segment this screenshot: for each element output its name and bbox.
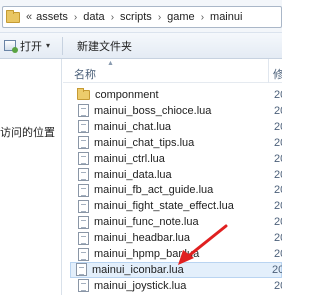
address-bar-area: « assets › data › scripts › game › mainu… — [0, 0, 282, 32]
navigation-pane: 访问的位置 — [0, 59, 62, 295]
file-icon — [78, 215, 89, 229]
breadcrumb-assets[interactable]: assets — [36, 11, 68, 23]
sort-ascending-icon: ▲ — [107, 60, 114, 67]
file-icon — [78, 279, 89, 293]
file-name: mainui_fb_act_guide.lua — [94, 184, 214, 197]
column-header-name[interactable]: 名称 — [74, 66, 96, 82]
file-modified-date: 20 — [274, 89, 282, 101]
breadcrumb-game[interactable]: game — [167, 11, 195, 23]
nav-item-recent-places[interactable]: 访问的位置 — [0, 124, 55, 140]
file-name: mainui_chat_tips.lua — [94, 136, 195, 149]
open-label: 打开 — [20, 40, 42, 53]
file-row[interactable]: mainui_func_note.lua 20 — [73, 214, 282, 230]
new-folder-button[interactable]: 新建文件夹 — [73, 35, 136, 57]
file-list: ▲ 名称 修 componment20mainui_boss_chioce.lu… — [63, 59, 282, 295]
file-row[interactable]: mainui_data.lua 20 — [73, 167, 282, 183]
file-name: mainui_chat.lua — [94, 120, 172, 133]
file-modified-date: 20 — [274, 168, 282, 181]
file-modified-date: 20 — [272, 263, 282, 276]
file-icon — [78, 247, 89, 261]
file-icon — [78, 120, 89, 134]
file-icon — [78, 199, 89, 213]
file-name: mainui_hpmp_bar.lua — [94, 248, 200, 260]
file-modified-date: 20 — [274, 152, 282, 165]
file-modified-date: 20 — [274, 232, 282, 245]
file-name: mainui_data.lua — [94, 168, 172, 181]
file-modified-date: 20 — [274, 104, 282, 117]
file-row[interactable]: mainui_fb_act_guide.lua 20 — [73, 182, 282, 198]
file-name: mainui_fight_state_effect.lua — [94, 200, 234, 213]
file-row[interactable]: mainui_fight_state_effect.lua 20 — [73, 198, 282, 214]
breadcrumb-data[interactable]: data — [83, 11, 104, 23]
breadcrumb-separator-icon[interactable]: › — [111, 12, 114, 23]
file-row[interactable]: componment 20 — [73, 87, 282, 103]
breadcrumb-separator-icon[interactable]: › — [158, 12, 161, 23]
command-toolbar: 打开 ▾ 新建文件夹 — [0, 32, 282, 59]
file-modified-date: 20 — [274, 248, 282, 260]
open-button[interactable]: 打开 ▾ — [0, 35, 54, 57]
breadcrumb-separator-icon[interactable]: › — [201, 12, 204, 23]
file-icon — [78, 136, 89, 150]
file-row[interactable]: mainui_headbar.lua 20 — [73, 230, 282, 246]
column-divider[interactable] — [268, 59, 269, 83]
address-bar[interactable]: « assets › data › scripts › game › mainu… — [2, 6, 282, 28]
column-header-modified[interactable]: 修 — [273, 66, 282, 82]
file-row[interactable]: mainui_joystick.lua 20 — [73, 278, 282, 294]
file-modified-date: 20 — [274, 279, 282, 292]
file-name: mainui_func_note.lua — [94, 216, 199, 229]
breadcrumb-separator-icon[interactable]: › — [74, 12, 77, 23]
column-header: ▲ 名称 修 — [63, 59, 282, 83]
file-modified-date: 20 — [274, 136, 282, 149]
file-row[interactable]: mainui_boss_chioce.lua 20 — [73, 103, 282, 119]
file-modified-date: 20 — [274, 200, 282, 213]
file-modified-date: 20 — [274, 120, 282, 133]
file-icon — [78, 168, 89, 181]
folder-icon — [77, 88, 90, 100]
file-row[interactable]: mainui_ctrl.lua 20 — [73, 151, 282, 167]
file-modified-date: 20 — [274, 184, 282, 197]
breadcrumb-mainui[interactable]: mainui — [210, 11, 242, 23]
open-icon — [4, 40, 18, 53]
file-icon — [78, 183, 89, 197]
file-icon — [76, 263, 87, 277]
chevron-down-icon: ▾ — [46, 41, 51, 50]
breadcrumb-scripts[interactable]: scripts — [120, 11, 152, 23]
file-row[interactable]: mainui_iconbar.lua 20 — [70, 261, 282, 278]
file-name: componment — [95, 89, 159, 101]
file-icon — [78, 152, 89, 166]
breadcrumb-overflow-chevron[interactable]: « — [26, 11, 32, 23]
file-name: mainui_boss_chioce.lua — [94, 104, 212, 117]
file-name: mainui_ctrl.lua — [94, 152, 165, 165]
file-modified-date: 20 — [274, 216, 282, 229]
file-row[interactable]: mainui_chat.lua 20 — [73, 119, 282, 135]
file-name: mainui_joystick.lua — [94, 279, 187, 292]
file-name: mainui_iconbar.lua — [92, 263, 184, 276]
new-folder-label: 新建文件夹 — [77, 40, 133, 53]
file-name: mainui_headbar.lua — [94, 232, 191, 245]
folder-icon — [6, 9, 20, 23]
file-icon — [78, 231, 89, 245]
file-icon — [78, 104, 89, 118]
file-row[interactable]: mainui_hpmp_bar.lua 20 — [73, 246, 282, 262]
toolbar-divider — [62, 36, 64, 55]
file-row[interactable]: mainui_chat_tips.lua 20 — [73, 135, 282, 151]
